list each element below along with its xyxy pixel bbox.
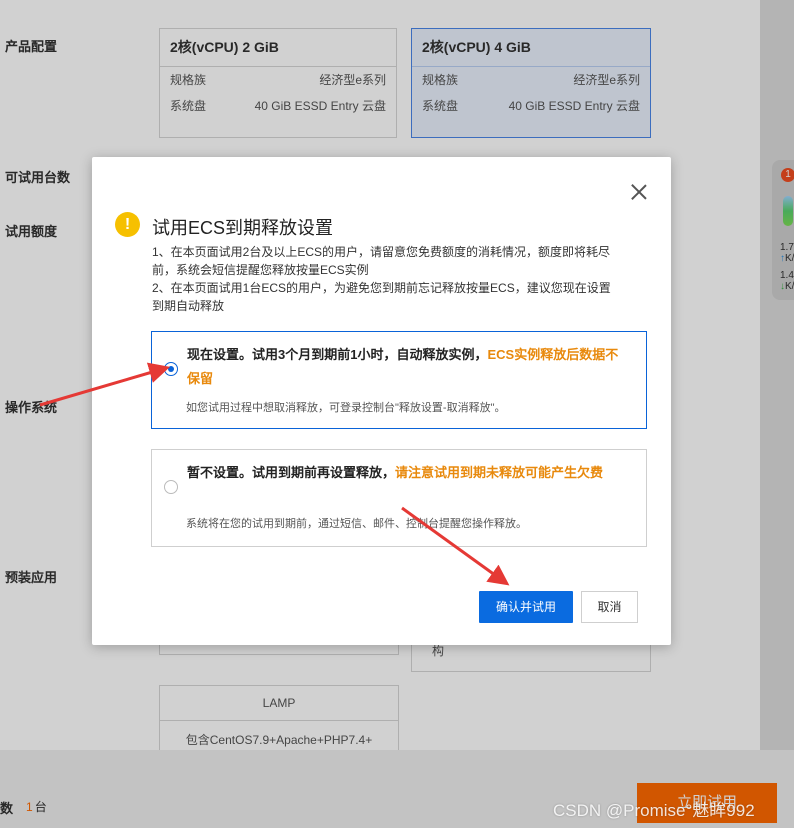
option-set-later-sub: 系统将在您的试用到期前，通过短信、邮件、控制台提醒您操作释放。 [186,518,527,530]
radio-set-later[interactable] [164,480,178,494]
option-set-now-main: 现在设置。试用3个月到期前1小时，自动释放实例， [187,347,488,362]
watermark: CSDN @Promise°魅眸992 [553,801,755,820]
cancel-button[interactable]: 取消 [581,591,638,623]
release-settings-dialog: ! 试用ECS到期释放设置 1、在本页面试用2台及以上ECS的用户，请留意您免费… [92,157,671,645]
option-set-now-text: 现在设置。试用3个月到期前1小时，自动释放实例，ECS实例释放后数据不保留 [187,343,627,391]
description-line-1: 1、在本页面试用2台及以上ECS的用户，请留意您免费额度的消耗情况，额度即将耗尽… [152,245,611,277]
dialog-description: 1、在本页面试用2台及以上ECS的用户，请留意您免费额度的消耗情况，额度即将耗尽… [152,243,622,315]
option-set-now[interactable]: 现在设置。试用3个月到期前1小时，自动释放实例，ECS实例释放后数据不保留 如您… [151,331,647,429]
option-set-now-sub: 如您试用过程中想取消释放，可登录控制台"释放设置-取消释放"。 [186,402,506,414]
option-set-later-main: 暂不设置。试用到期前再设置释放， [187,465,396,480]
option-set-later-text: 暂不设置。试用到期前再设置释放，请注意试用到期未释放可能产生欠费 [187,461,627,485]
option-set-later-warn: 请注意试用到期未释放可能产生欠费 [395,465,604,480]
confirm-and-trial-button[interactable]: 确认并试用 [479,591,573,623]
warning-icon: ! [115,212,140,237]
description-line-2: 2、在本页面试用1台ECS的用户，为避免您到期前忘记释放按量ECS，建议您现在设… [152,281,611,313]
radio-set-now[interactable] [164,362,178,376]
dialog-title: 试用ECS到期释放设置 [152,218,334,238]
close-icon[interactable] [630,183,648,201]
option-set-later[interactable]: 暂不设置。试用到期前再设置释放，请注意试用到期未释放可能产生欠费 系统将在您的试… [151,449,647,547]
